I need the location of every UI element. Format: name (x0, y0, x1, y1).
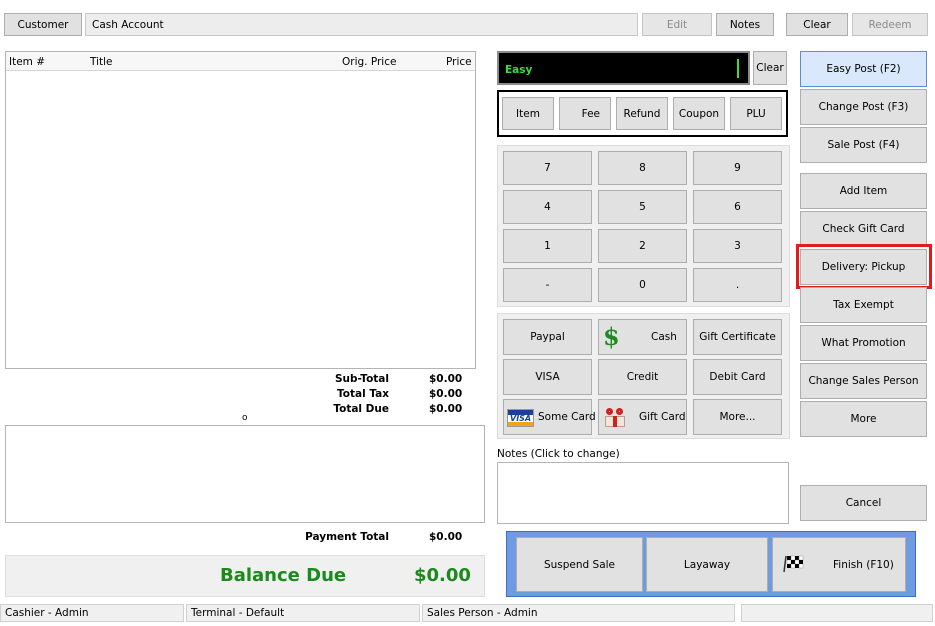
key-decimal[interactable]: . (693, 268, 782, 302)
edit-button[interactable]: Edit (642, 13, 712, 36)
status-extra (741, 604, 933, 622)
items-table-header: Item # Title Orig. Price Price (6, 52, 475, 71)
total-due-label: Total Due (333, 403, 389, 415)
easy-post-button[interactable]: Easy Post (F2) (800, 51, 927, 87)
tender-debit-card-button[interactable]: Debit Card (693, 359, 782, 395)
balance-due-value: $0.00 (414, 565, 471, 586)
visa-card-icon: VISA (507, 409, 534, 427)
subtotal-label: Sub-Total (334, 373, 389, 385)
key-5[interactable]: 5 (598, 190, 687, 224)
type-fee-button[interactable]: Fee (559, 97, 611, 130)
total-tax-value: $0.00 (429, 388, 463, 400)
type-item-button[interactable]: Item (502, 97, 554, 130)
entry-mode-text: Easy (505, 64, 533, 76)
add-item-button[interactable]: Add Item (800, 173, 927, 209)
tender-gift-card-label: Gift Card (639, 411, 686, 423)
change-sales-person-button[interactable]: Change Sales Person (800, 363, 927, 399)
tender-visa-button[interactable]: VISA (503, 359, 592, 395)
subtotal-value: $0.00 (429, 373, 463, 385)
entry-type-bar: Item Fee Refund Coupon PLU (497, 90, 788, 137)
key-8[interactable]: 8 (598, 151, 687, 185)
finish-label: Finish (F10) (833, 559, 894, 571)
suspend-sale-button[interactable]: Suspend Sale (516, 537, 643, 592)
entry-display[interactable]: Easy (497, 51, 750, 85)
tender-cash-button[interactable]: $ Cash (598, 319, 687, 355)
key-1[interactable]: 1 (503, 229, 592, 263)
what-promotion-button[interactable]: What Promotion (800, 325, 927, 361)
delivery-highlight-box (796, 244, 932, 289)
tender-some-card-button[interactable]: VISA Some Card (503, 399, 596, 435)
payment-total-value: $0.00 (429, 531, 463, 543)
dollar-icon: $ (603, 322, 620, 351)
tender-some-card-label: Some Card (538, 411, 596, 423)
key-3[interactable]: 3 (693, 229, 782, 263)
key-9[interactable]: 9 (693, 151, 782, 185)
type-coupon-button[interactable]: Coupon (673, 97, 725, 130)
total-tax-label: Total Tax (336, 388, 389, 400)
redeem-button[interactable]: Redeem (852, 13, 928, 36)
status-sales-person: Sales Person - Admin (422, 604, 735, 622)
status-cashier: Cashier - Admin (0, 604, 184, 622)
tender-gift-certificate-button[interactable]: Gift Certificate (693, 319, 782, 355)
tender-credit-button[interactable]: Credit (598, 359, 687, 395)
checkered-flag-icon (783, 555, 805, 573)
tender-more-button[interactable]: More... (693, 399, 782, 435)
balance-due-label: Balance Due (220, 565, 347, 586)
tender-gift-card-button[interactable]: Gift Card (598, 399, 687, 435)
type-plu-button[interactable]: PLU (730, 97, 782, 130)
finish-button[interactable]: Finish (F10) (772, 537, 906, 592)
key-minus[interactable]: - (503, 268, 592, 302)
key-6[interactable]: 6 (693, 190, 782, 224)
cancel-button[interactable]: Cancel (800, 485, 927, 521)
column-title[interactable]: Title (90, 56, 113, 68)
change-post-button[interactable]: Change Post (F3) (800, 89, 927, 125)
total-due-value: $0.00 (429, 403, 463, 415)
clear-entry-button[interactable]: Clear (753, 51, 787, 85)
key-0[interactable]: 0 (598, 268, 687, 302)
gift-box-icon (603, 408, 627, 428)
notes-label[interactable]: Notes (Click to change) (497, 448, 620, 460)
payment-total-label: Payment Total (305, 531, 389, 543)
tender-paypal-button[interactable]: Paypal (503, 319, 592, 355)
clear-customer-button[interactable]: Clear (786, 13, 848, 36)
items-table[interactable]: Item # Title Orig. Price Price (5, 51, 476, 369)
customer-button[interactable]: Customer (4, 13, 82, 36)
column-price[interactable]: Price (446, 56, 472, 68)
tax-exempt-button[interactable]: Tax Exempt (800, 287, 927, 323)
check-gift-card-button[interactable]: Check Gift Card (800, 211, 927, 247)
stray-mark: o (242, 413, 248, 423)
notes-box[interactable] (497, 462, 789, 524)
entry-cursor (737, 59, 739, 78)
sale-post-button[interactable]: Sale Post (F4) (800, 127, 927, 163)
keypad-panel: 7 8 9 4 5 6 1 2 3 - 0 . (497, 145, 790, 307)
column-item-number[interactable]: Item # (9, 56, 45, 68)
action-bar: Suspend Sale Layaway Finish (F10) (506, 531, 916, 597)
notes-button[interactable]: Notes (716, 13, 774, 36)
customer-account-field[interactable]: Cash Account (85, 13, 638, 36)
tender-cash-label: Cash (651, 331, 677, 343)
payments-list[interactable] (5, 425, 485, 523)
type-refund-button[interactable]: Refund (616, 97, 668, 130)
balance-due-panel: Balance Due $0.00 (5, 555, 485, 597)
status-terminal: Terminal - Default (186, 604, 420, 622)
column-orig-price[interactable]: Orig. Price (342, 56, 396, 68)
more-button[interactable]: More (800, 401, 927, 437)
layaway-button[interactable]: Layaway (646, 537, 768, 592)
key-4[interactable]: 4 (503, 190, 592, 224)
key-2[interactable]: 2 (598, 229, 687, 263)
tender-panel: Paypal $ Cash Gift Certificate VISA Cred… (497, 313, 790, 439)
key-7[interactable]: 7 (503, 151, 592, 185)
